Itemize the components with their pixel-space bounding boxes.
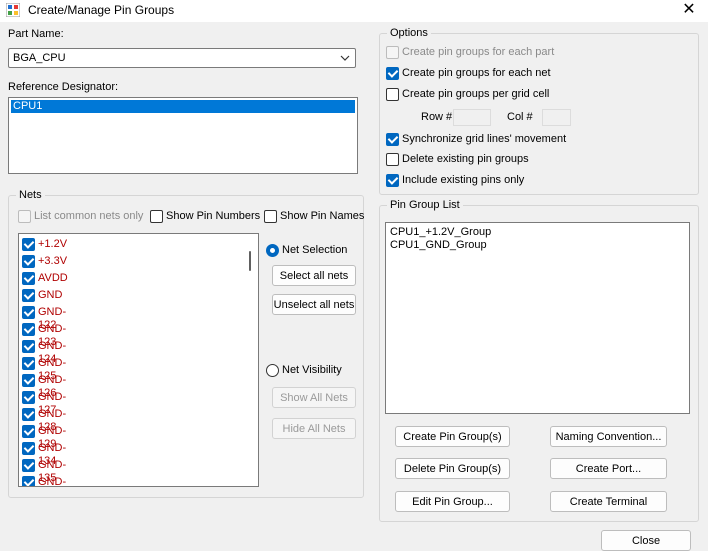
options-group-title: Options (387, 27, 431, 39)
per-net-checkbox[interactable] (386, 67, 399, 80)
hide-all-nets-button[interactable]: Hide All Nets (272, 418, 356, 439)
list-item[interactable]: CPU1_+1.2V_Group (390, 226, 491, 239)
part-name-dropdown[interactable]: BGA_CPU (8, 48, 356, 68)
show-pin-names-label: Show Pin Names (280, 210, 365, 222)
title-bar: Create/Manage Pin Groups ✕ (0, 0, 708, 22)
scrollbar-thumb[interactable] (249, 251, 251, 271)
include-existing-checkbox[interactable] (386, 174, 399, 187)
net-checkbox[interactable] (22, 408, 35, 421)
app-icon (6, 3, 20, 17)
part-name-value: BGA_CPU (13, 52, 66, 64)
nets-group-title: Nets (16, 189, 45, 201)
edit-pin-group-button[interactable]: Edit Pin Group... (395, 491, 510, 512)
show-pin-names-checkbox[interactable] (264, 210, 277, 223)
net-checkbox[interactable] (22, 391, 35, 404)
per-net-label: Create pin groups for each net (402, 67, 551, 79)
row-input[interactable] (453, 109, 491, 126)
create-pin-group-button[interactable]: Create Pin Group(s) (395, 426, 510, 447)
sync-grid-checkbox[interactable] (386, 133, 399, 146)
col-input[interactable] (542, 109, 571, 126)
per-grid-checkbox[interactable] (386, 88, 399, 101)
net-name: +3.3V (38, 255, 68, 267)
col-label: Col # (507, 111, 533, 123)
net-checkbox[interactable] (22, 255, 35, 268)
chevron-down-icon (340, 55, 350, 61)
delete-existing-label: Delete existing pin groups (402, 153, 529, 165)
create-port-button[interactable]: Create Port... (550, 458, 667, 479)
net-name: +1.2V (38, 238, 68, 250)
net-checkbox[interactable] (22, 442, 35, 455)
naming-convention-button[interactable]: Naming Convention... (550, 426, 667, 447)
net-checkbox[interactable] (22, 425, 35, 438)
row-label: Row # (421, 111, 453, 123)
net-checkbox[interactable] (22, 374, 35, 387)
per-part-checkbox[interactable] (386, 46, 399, 59)
net-checkbox[interactable] (22, 459, 35, 472)
part-name-label: Part Name: (8, 28, 64, 40)
net-list-scrollbar[interactable] (242, 234, 258, 486)
net-name: AVDD (38, 272, 68, 284)
net-checkbox[interactable] (22, 306, 35, 319)
list-common-nets-label: List common nets only (34, 210, 144, 222)
create-terminal-button[interactable]: Create Terminal (550, 491, 667, 512)
select-all-nets-button[interactable]: Select all nets (272, 265, 356, 286)
close-icon[interactable]: ✕ (676, 0, 702, 21)
delete-existing-checkbox[interactable] (386, 153, 399, 166)
net-selection-label: Net Selection (282, 244, 348, 256)
delete-pin-group-button[interactable]: Delete Pin Group(s) (395, 458, 510, 479)
net-checkbox[interactable] (22, 476, 35, 486)
net-checkbox[interactable] (22, 272, 35, 285)
pin-group-list-title: Pin Group List (387, 199, 463, 211)
net-name: GND (38, 289, 63, 301)
list-common-nets-checkbox[interactable] (18, 210, 31, 223)
sync-grid-label: Synchronize grid lines' movement (402, 133, 567, 145)
unselect-all-nets-button[interactable]: Unselect all nets (272, 294, 356, 315)
net-selection-radio[interactable] (266, 244, 279, 257)
include-existing-label: Include existing pins only (402, 174, 525, 186)
net-list[interactable]: +1.2V +3.3V AVDD GND GND-122 GND-123 GND… (18, 233, 259, 487)
show-pin-numbers-checkbox[interactable] (150, 210, 163, 223)
net-visibility-radio[interactable] (266, 364, 279, 377)
net-checkbox[interactable] (22, 238, 35, 251)
net-checkbox[interactable] (22, 323, 35, 336)
show-pin-numbers-label: Show Pin Numbers (166, 210, 261, 222)
per-part-label: Create pin groups for each part (402, 46, 555, 58)
net-name: GND-136 (38, 476, 67, 487)
ref-des-item[interactable]: CPU1 (11, 100, 355, 113)
net-checkbox[interactable] (22, 357, 35, 370)
net-checkbox[interactable] (22, 340, 35, 353)
list-item[interactable]: CPU1_GND_Group (390, 239, 487, 252)
net-visibility-label: Net Visibility (282, 364, 342, 376)
ref-des-list[interactable]: CPU1 (8, 97, 358, 174)
pin-group-list[interactable]: CPU1_+1.2V_Group CPU1_GND_Group (385, 222, 690, 414)
per-grid-label: Create pin groups per grid cell (402, 88, 550, 100)
net-checkbox[interactable] (22, 289, 35, 302)
close-button[interactable]: Close (601, 530, 691, 551)
window-title: Create/Manage Pin Groups (28, 3, 175, 17)
show-all-nets-button[interactable]: Show All Nets (272, 387, 356, 408)
ref-des-label: Reference Designator: (8, 81, 119, 93)
